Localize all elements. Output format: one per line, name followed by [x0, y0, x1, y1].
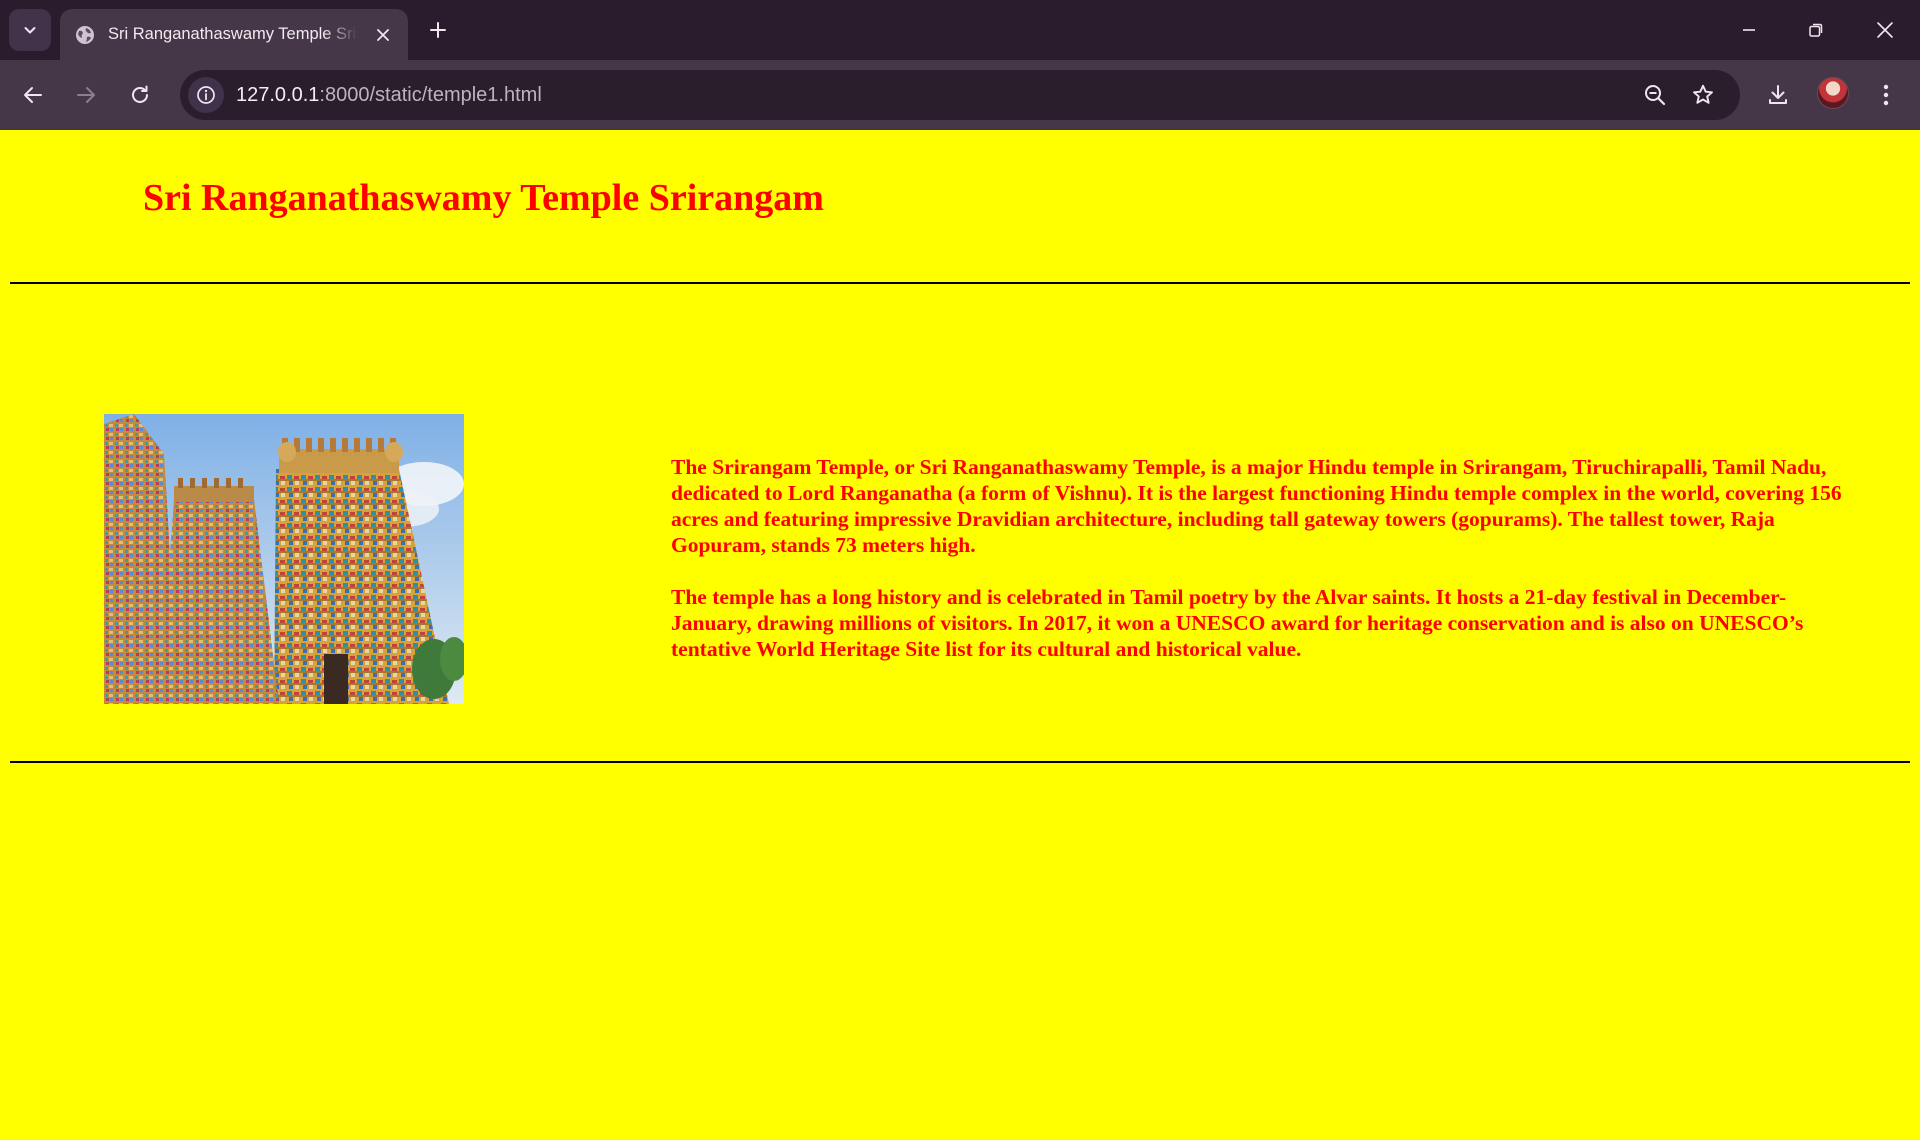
reload-icon — [132, 85, 148, 103]
bookmark-button[interactable] — [1685, 77, 1721, 113]
download-icon — [1769, 85, 1787, 104]
plus-icon — [430, 22, 446, 38]
temple-description: The Srirangam Temple, or Sri Ranganathas… — [671, 454, 1846, 662]
url-text: 127.0.0.1:8000/static/temple1.html — [236, 70, 542, 120]
active-tab[interactable]: Sri Ranganathaswamy Temple Srirangam — [60, 9, 408, 60]
globe-icon — [74, 24, 96, 46]
bottom-divider — [10, 761, 1910, 763]
arrow-left-icon — [24, 87, 42, 103]
profile-avatar[interactable] — [1817, 77, 1849, 109]
tab-close-button[interactable] — [372, 24, 394, 46]
url-path: :8000/static/temple1.html — [319, 84, 542, 106]
close-icon — [1877, 22, 1893, 38]
page-title: Sri Ranganathaswamy Temple Srirangam — [143, 177, 824, 219]
new-tab-button[interactable] — [424, 16, 452, 44]
description-paragraph-2: The temple has a long history and is cel… — [671, 585, 1804, 661]
minimize-button[interactable] — [1729, 10, 1769, 50]
close-window-button[interactable] — [1865, 10, 1905, 50]
star-icon — [1693, 84, 1713, 104]
close-icon — [377, 28, 389, 41]
downloads-button[interactable] — [1760, 77, 1796, 113]
arrow-right-icon — [77, 87, 95, 103]
back-button[interactable] — [15, 77, 51, 113]
browser-toolbar: 127.0.0.1:8000/static/temple1.html — [0, 60, 1920, 130]
url-host: 127.0.0.1 — [236, 84, 320, 106]
top-divider — [10, 282, 1910, 284]
forward-button[interactable] — [68, 77, 104, 113]
tab-title: Sri Ranganathaswamy Temple Srirangam — [108, 25, 358, 43]
tab-list-button[interactable] — [9, 9, 51, 51]
zoom-button[interactable] — [1637, 77, 1673, 113]
info-icon — [197, 86, 215, 104]
tab-strip: Sri Ranganathaswamy Temple Srirangam — [0, 0, 1920, 60]
minimize-icon — [1743, 29, 1755, 31]
zoom-out-icon — [1645, 85, 1666, 106]
restore-icon — [1809, 23, 1823, 37]
site-info-button[interactable] — [188, 77, 224, 113]
temple-image — [104, 414, 464, 704]
restore-button[interactable] — [1796, 10, 1836, 50]
web-page: Sri Ranganathaswamy Temple Srirangam The… — [0, 130, 1920, 1140]
chevron-down-icon — [24, 27, 36, 34]
address-bar[interactable]: 127.0.0.1:8000/static/temple1.html — [180, 70, 1740, 120]
kebab-menu-icon — [1883, 84, 1889, 106]
menu-button[interactable] — [1868, 77, 1904, 113]
reload-button[interactable] — [122, 77, 158, 113]
description-paragraph-1: The Srirangam Temple, or Sri Ranganathas… — [671, 455, 1842, 557]
